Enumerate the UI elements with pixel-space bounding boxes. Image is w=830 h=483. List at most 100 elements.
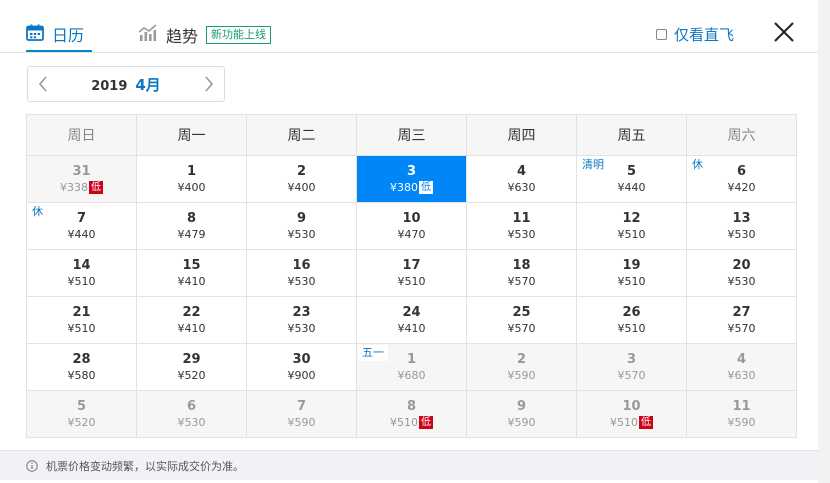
calendar-day-cell[interactable]: 28 ¥580	[27, 344, 137, 391]
calendar-day-cell[interactable]: 8 ¥510 低	[357, 391, 467, 438]
close-button[interactable]	[771, 19, 797, 45]
day-price: ¥470	[398, 227, 426, 242]
calendar-popup: 日历 趋势 新功能上线 仅看直飞 2019 4月 周日 周一 周二 周三 周四 …	[0, 0, 830, 483]
day-price: ¥530	[178, 415, 206, 430]
day-number: 10	[622, 398, 641, 414]
day-price: ¥400	[288, 180, 316, 195]
tab-trend[interactable]: 趋势 新功能上线	[138, 18, 272, 52]
calendar-day-cell[interactable]: 6 ¥530	[137, 391, 247, 438]
header-divider	[0, 52, 818, 53]
lowest-price-badge: 低	[89, 180, 103, 194]
calendar-day-cell[interactable]: 5 ¥520	[27, 391, 137, 438]
day-price-value: ¥510	[67, 274, 96, 288]
calendar-day-cell[interactable]: 4 ¥630	[467, 156, 577, 203]
calendar-day-cell[interactable]: 五一 1 ¥680	[357, 344, 467, 391]
calendar-day-cell[interactable]: 9 ¥530	[247, 203, 357, 250]
month-picker: 2019 4月	[27, 66, 225, 102]
tab-trend-label: 趋势	[166, 27, 199, 46]
lowest-price-badge: 低	[419, 415, 433, 429]
calendar-day-cell[interactable]: 14 ¥510	[27, 250, 137, 297]
calendar-day-cell[interactable]: 23 ¥530	[247, 297, 357, 344]
day-price-value: ¥570	[727, 321, 756, 335]
day-price-value: ¥510	[617, 227, 646, 241]
holiday-tag: 休	[688, 157, 707, 173]
calendar-day-cell[interactable]: 29 ¥520	[137, 344, 247, 391]
weekday-label: 周日	[67, 128, 96, 144]
calendar-day-cell[interactable]: 21 ¥510	[27, 297, 137, 344]
current-month-label: 2019 4月	[58, 74, 194, 95]
calendar-day-cell[interactable]: 20 ¥530	[687, 250, 797, 297]
calendar-day-cell[interactable]: 10 ¥510 低	[577, 391, 687, 438]
calendar-day-cell[interactable]: 17 ¥510	[357, 250, 467, 297]
calendar-day-cell[interactable]: 27 ¥570	[687, 297, 797, 344]
calendar-week-row: 31 ¥338 低 1 ¥400 2 ¥400 3 ¥380 低 4 ¥630 清明 5 ¥440 休 6 ¥42…	[27, 156, 797, 203]
calendar-day-cell[interactable]: 24 ¥410	[357, 297, 467, 344]
calendar-day-cell[interactable]: 15 ¥410	[137, 250, 247, 297]
calendar-day-cell[interactable]: 18 ¥570	[467, 250, 577, 297]
calendar-day-cell[interactable]: 22 ¥410	[137, 297, 247, 344]
next-month-button[interactable]	[194, 67, 224, 101]
day-price: ¥510	[68, 321, 96, 336]
weekday-label: 周三	[397, 128, 426, 144]
day-number: 20	[732, 257, 751, 273]
day-number: 11	[732, 398, 751, 414]
calendar-day-cell[interactable]: 2 ¥400	[247, 156, 357, 203]
calendar-day-cell[interactable]: 10 ¥470	[357, 203, 467, 250]
day-price: ¥590	[508, 415, 536, 430]
day-number: 17	[402, 257, 421, 273]
calendar-day-cell[interactable]: 3 ¥570	[577, 344, 687, 391]
day-number: 9	[296, 210, 307, 226]
day-price-value: ¥520	[67, 415, 96, 429]
day-price-value: ¥400	[287, 180, 316, 194]
calendar-day-cell[interactable]: 30 ¥900	[247, 344, 357, 391]
calendar-day-cell-selected[interactable]: 3 ¥380 低	[357, 156, 467, 203]
calendar-day-cell[interactable]: 8 ¥479	[137, 203, 247, 250]
tab-calendar[interactable]: 日历	[26, 18, 92, 52]
day-price-value: ¥420	[727, 180, 756, 194]
direct-only-toggle[interactable]: 仅看直飞	[656, 24, 734, 45]
direct-only-label: 仅看直飞	[674, 26, 735, 44]
calendar-day-cell[interactable]: 31 ¥338 低	[27, 156, 137, 203]
weekday-header-cell: 周二	[247, 115, 357, 156]
day-number: 3	[406, 163, 417, 179]
day-number: 7	[76, 210, 87, 226]
new-feature-badge: 新功能上线	[206, 26, 272, 44]
calendar-day-cell[interactable]: 25 ¥570	[467, 297, 577, 344]
day-number: 11	[512, 210, 531, 226]
day-number: 21	[72, 304, 91, 320]
day-price-value: ¥410	[177, 321, 206, 335]
day-number: 14	[72, 257, 91, 273]
day-price-value: ¥530	[287, 274, 316, 288]
calendar-day-cell[interactable]: 11 ¥590	[687, 391, 797, 438]
day-price: ¥479	[178, 227, 206, 242]
calendar-day-cell[interactable]: 4 ¥630	[687, 344, 797, 391]
direct-only-checkbox[interactable]	[656, 29, 667, 40]
day-price: ¥440	[618, 180, 646, 195]
day-price-value: ¥590	[507, 368, 536, 382]
calendar-day-cell[interactable]: 休 6 ¥420	[687, 156, 797, 203]
calendar-day-cell[interactable]: 休 7 ¥440	[27, 203, 137, 250]
day-price-value: ¥530	[287, 227, 316, 241]
calendar-day-cell[interactable]: 清明 5 ¥440	[577, 156, 687, 203]
day-price-value: ¥570	[507, 274, 536, 288]
weekday-header-cell: 周三	[357, 115, 467, 156]
calendar-day-cell[interactable]: 12 ¥510	[577, 203, 687, 250]
calendar-day-cell[interactable]: 26 ¥510	[577, 297, 687, 344]
day-price: ¥900	[288, 368, 316, 383]
calendar-day-cell[interactable]: 13 ¥530	[687, 203, 797, 250]
day-price-value: ¥440	[67, 227, 96, 241]
day-price: ¥570	[508, 321, 536, 336]
calendar-day-cell[interactable]: 7 ¥590	[247, 391, 357, 438]
day-price: ¥380 低	[390, 180, 433, 195]
calendar-week-row: 休 7 ¥440 8 ¥479 9 ¥530 10 ¥470 11 ¥530 12 ¥510 13 ¥530	[27, 203, 797, 250]
calendar-day-cell[interactable]: 16 ¥530	[247, 250, 357, 297]
calendar-day-cell[interactable]: 9 ¥590	[467, 391, 577, 438]
prev-month-button[interactable]	[28, 67, 58, 101]
day-price: ¥570	[728, 321, 756, 336]
calendar-day-cell[interactable]: 2 ¥590	[467, 344, 577, 391]
calendar-day-cell[interactable]: 19 ¥510	[577, 250, 687, 297]
day-number: 13	[732, 210, 751, 226]
calendar-day-cell[interactable]: 11 ¥530	[467, 203, 577, 250]
day-price: ¥510	[398, 274, 426, 289]
calendar-day-cell[interactable]: 1 ¥400	[137, 156, 247, 203]
